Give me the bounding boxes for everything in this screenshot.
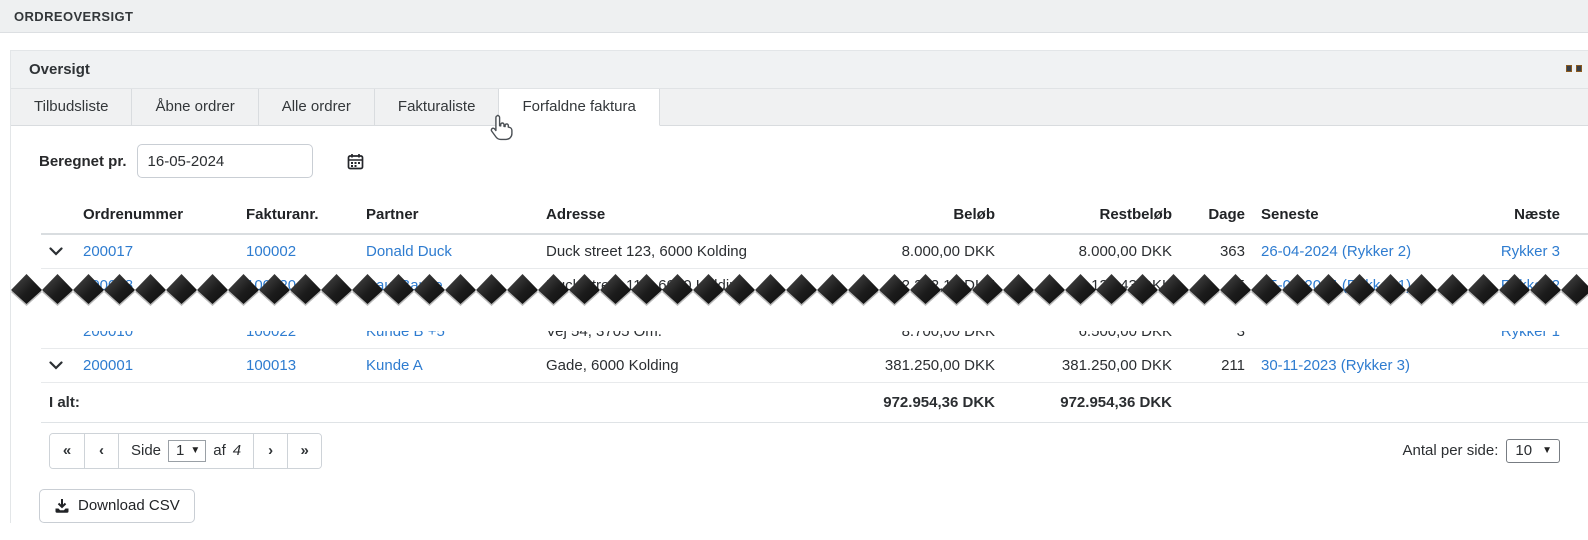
invoice-table: Ordrenummer Fakturanr. Partner Adresse B…: [41, 194, 1588, 423]
calendar-icon[interactable]: [347, 153, 364, 170]
next-reminder-link[interactable]: Rykker 2: [1501, 277, 1560, 294]
latest-reminder-link[interactable]: 15-02-2024 (Rykker 1): [1261, 277, 1411, 294]
chevron-down-icon[interactable]: [49, 361, 63, 370]
partner-link[interactable]: Kunde B +5: [366, 331, 530, 342]
next-page-button[interactable]: ›: [253, 434, 287, 468]
days-cell: 3: [1188, 331, 1245, 342]
table-row-obscured: 200008 100020 Paul Banke Duck street 114…: [41, 269, 1588, 303]
tab-bar: Tilbudsliste Åbne ordrer Alle ordrer Fak…: [11, 89, 1588, 126]
col-belob: Beløb: [868, 194, 1003, 234]
card-title: Oversigt: [29, 61, 90, 78]
download-csv-label: Download CSV: [78, 497, 180, 514]
date-input-wrapper: [137, 144, 313, 178]
chevron-down-icon: ▼: [1542, 445, 1552, 456]
top-bar: ORDREOVERSIGT: [0, 0, 1588, 33]
address-cell: Gade, 6000 Kolding: [538, 348, 868, 382]
amount-cell: 8.700,00 DKK: [876, 331, 995, 342]
tab-aabne-ordrer[interactable]: Åbne ordrer: [132, 89, 258, 125]
order-link[interactable]: 200001: [83, 357, 133, 374]
per-page-control: Antal per side: 10 ▼: [1403, 439, 1560, 463]
tab-alle-ordrer[interactable]: Alle ordrer: [259, 89, 375, 125]
first-page-button[interactable]: «: [50, 434, 84, 468]
table-header-row: Ordrenummer Fakturanr. Partner Adresse B…: [41, 194, 1588, 234]
overview-card: Oversigt Tilbudsliste Åbne ordrer Alle o…: [10, 50, 1588, 523]
total-row: I alt: 972.954,36 DKK 972.954,36 DKK: [41, 382, 1588, 422]
page-title: ORDREOVERSIGT: [14, 9, 133, 24]
col-adresse: Adresse: [538, 194, 868, 234]
amount-cell: 381.250,00 DKK: [868, 348, 1003, 382]
address-cell: Duck street 123, 6000 Kolding: [538, 234, 868, 269]
invoice-table-wrap: Ordrenummer Fakturanr. Partner Adresse B…: [41, 194, 1588, 423]
col-expand: [41, 194, 75, 234]
rest-amount-cell: 8.000,00 DKK: [1003, 234, 1180, 269]
address-cell: Vej 54, 3705 Om.: [546, 331, 860, 342]
current-page-value: 1: [176, 442, 184, 459]
address-cell: Duck street 114, 6000 Kolding: [538, 269, 868, 303]
panel-menu-icon[interactable]: [1566, 65, 1582, 72]
latest-reminder-link[interactable]: 30-11-2023 (Rykker 3): [1261, 357, 1410, 374]
tab-forfaldne-faktura[interactable]: Forfaldne faktura: [499, 89, 659, 126]
download-csv-button[interactable]: Download CSV: [39, 489, 195, 523]
page-label: Side: [131, 442, 161, 459]
invoice-link[interactable]: 100022: [246, 331, 350, 342]
order-link[interactable]: 200008: [83, 277, 133, 294]
download-row: Download CSV: [39, 489, 1588, 523]
table-row-clipped: 200010 100022 Kunde B +5 Vej 54, 3705 Om…: [41, 302, 1588, 348]
filter-row: Beregnet pr.: [39, 144, 1588, 178]
col-ordrenummer: Ordrenummer: [75, 194, 238, 234]
total-label: I alt:: [41, 382, 868, 422]
next-reminder-link[interactable]: Rykker 1: [1436, 331, 1560, 342]
latest-reminder-link[interactable]: 26-04-2024 (Rykker 2): [1261, 243, 1411, 260]
invoice-link[interactable]: 100020: [246, 277, 296, 294]
rest-amount-cell: 3.133,43 DKK: [1003, 269, 1180, 303]
total-rest-amount: 972.954,36 DKK: [1003, 382, 1180, 422]
rest-amount-cell: 381.250,00 DKK: [1003, 348, 1180, 382]
chevron-down-icon: ▼: [190, 445, 200, 456]
col-fakturanr: Fakturanr.: [238, 194, 358, 234]
order-link[interactable]: 200010: [83, 331, 230, 342]
days-cell: 211: [1180, 348, 1253, 382]
pager-group: « ‹ Side 1 ▼ af 4 › »: [49, 433, 322, 469]
partner-link[interactable]: Paul Banke: [366, 277, 443, 294]
partner-link[interactable]: Donald Duck: [366, 243, 452, 260]
order-link[interactable]: 200017: [83, 243, 133, 260]
of-label: af: [213, 442, 226, 459]
last-page-button[interactable]: »: [287, 434, 321, 468]
prev-page-button[interactable]: ‹: [84, 434, 118, 468]
table-row: 200001 100013 Kunde A Gade, 6000 Kolding…: [41, 348, 1588, 382]
pagination-row: « ‹ Side 1 ▼ af 4 › » Antal per side: 10…: [11, 433, 1588, 469]
date-input[interactable]: [148, 153, 347, 170]
per-page-value: 10: [1515, 442, 1532, 459]
col-dage: Dage: [1180, 194, 1253, 234]
invoice-link[interactable]: 100002: [246, 243, 296, 260]
tab-fakturaliste[interactable]: Fakturaliste: [375, 89, 500, 125]
per-page-select[interactable]: 10 ▼: [1506, 439, 1560, 463]
tab-tilbudsliste[interactable]: Tilbudsliste: [11, 89, 132, 125]
partner-link[interactable]: Kunde A: [366, 357, 423, 374]
per-page-label: Antal per side:: [1403, 442, 1499, 459]
col-restbelob: Restbeløb: [1003, 194, 1180, 234]
total-amount: 972.954,36 DKK: [868, 382, 1003, 422]
total-pages: 4: [233, 442, 241, 459]
col-partner: Partner: [358, 194, 538, 234]
page-indicator: Side 1 ▼ af 4: [118, 434, 253, 468]
amount-cell: 8.000,00 DKK: [868, 234, 1003, 269]
invoice-link[interactable]: 100013: [246, 357, 296, 374]
amount-cell: 2.202,12 DKK: [868, 269, 1003, 303]
next-reminder-link[interactable]: Rykker 3: [1501, 243, 1560, 260]
table-row: 200017 100002 Donald Duck Duck street 12…: [41, 234, 1588, 269]
rest-amount-cell: 6.500,00 DKK: [1011, 331, 1172, 342]
filter-label: Beregnet pr.: [39, 153, 127, 170]
card-header: Oversigt: [11, 51, 1588, 89]
download-icon: [54, 498, 70, 514]
days-cell: 363: [1180, 234, 1253, 269]
chevron-down-icon[interactable]: [49, 247, 63, 256]
col-naeste: Næste: [1428, 194, 1588, 234]
col-seneste: Seneste: [1253, 194, 1428, 234]
next-reminder-cell: [1428, 348, 1588, 382]
page-select[interactable]: 1 ▼: [168, 440, 206, 462]
days-cell: 95: [1180, 269, 1253, 303]
